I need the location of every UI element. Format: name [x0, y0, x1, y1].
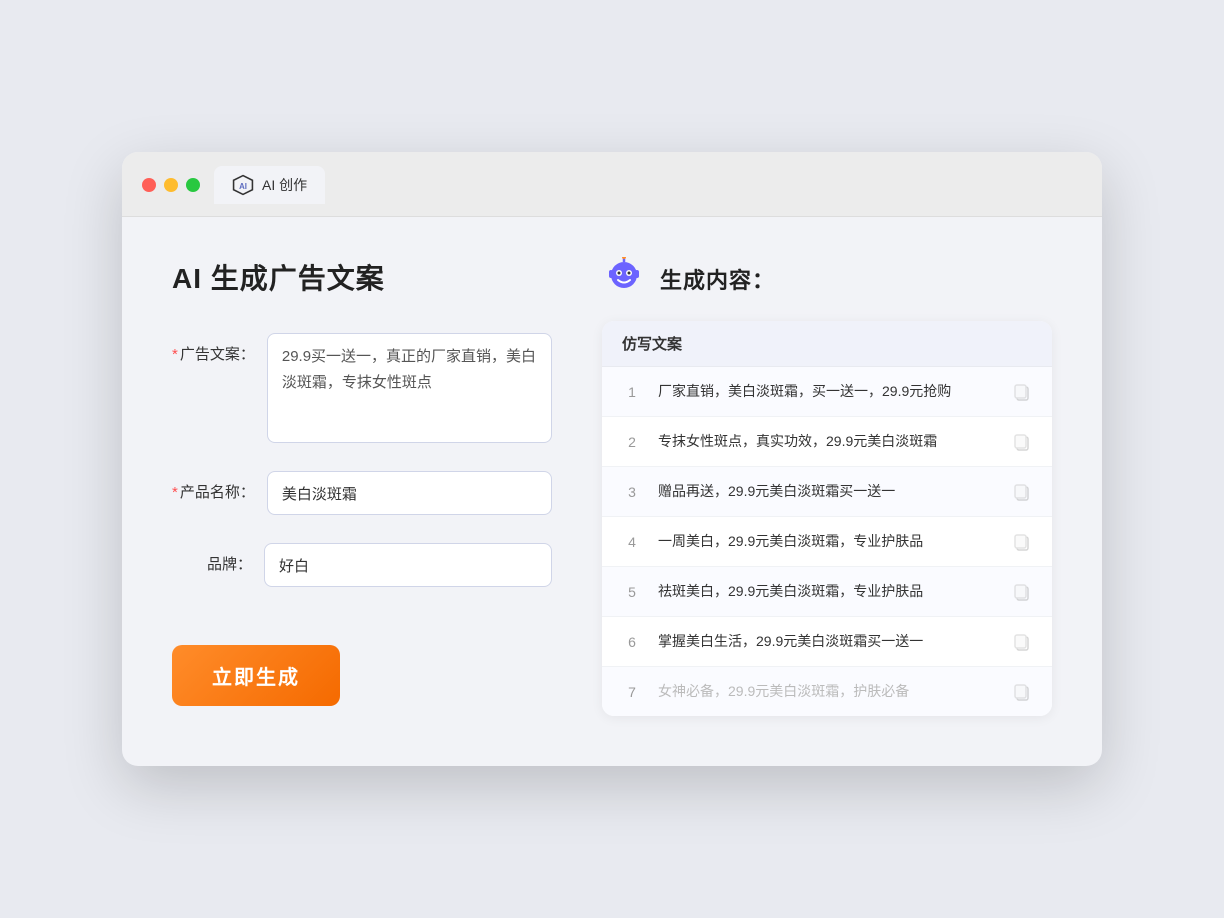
- tab-ai-create[interactable]: AI AI 创作: [214, 166, 325, 204]
- generate-button[interactable]: 立即生成: [172, 645, 340, 706]
- bot-icon: [602, 257, 646, 301]
- maximize-button[interactable]: [186, 178, 200, 192]
- result-header: 生成内容：: [602, 257, 1052, 301]
- ad-copy-textarea[interactable]: 29.9买一送一，真正的厂家直销，美白淡斑霜，专抹女性斑点: [267, 333, 552, 443]
- brand-label: 品牌：: [172, 543, 252, 574]
- row-text: 掌握美白生活，29.9元美白淡斑霜买一送一: [658, 631, 996, 652]
- tab-label: AI 创作: [262, 175, 307, 195]
- row-text: 祛斑美白，29.9元美白淡斑霜，专业护肤品: [658, 581, 996, 602]
- copy-icon[interactable]: [1012, 382, 1032, 402]
- ad-copy-label: *广告文案：: [172, 333, 255, 364]
- form-group-product-name: *产品名称：: [172, 471, 552, 515]
- required-star: *: [172, 346, 178, 363]
- row-text: 一周美白，29.9元美白淡斑霜，专业护肤品: [658, 531, 996, 552]
- copy-icon[interactable]: [1012, 632, 1032, 652]
- browser-window: AI AI 创作 AI 生成广告文案 *广告文案： 29.9买一送一，真正的厂家…: [122, 152, 1102, 766]
- form-group-brand: 品牌：: [172, 543, 552, 587]
- row-text: 专抹女性斑点，真实功效，29.9元美白淡斑霜: [658, 431, 996, 452]
- right-panel: 生成内容： 仿写文案 1 厂家直销，美白淡斑霜，买一送一，29.9元抢购 2 专…: [602, 257, 1052, 716]
- row-number: 4: [622, 534, 642, 550]
- row-text: 厂家直销，美白淡斑霜，买一送一，29.9元抢购: [658, 381, 996, 402]
- copy-icon[interactable]: [1012, 682, 1032, 702]
- form-group-ad-copy: *广告文案： 29.9买一送一，真正的厂家直销，美白淡斑霜，专抹女性斑点: [172, 333, 552, 443]
- table-row: 2 专抹女性斑点，真实功效，29.9元美白淡斑霜: [602, 417, 1052, 467]
- table-row: 7 女神必备，29.9元美白淡斑霜，护肤必备: [602, 667, 1052, 716]
- traffic-lights: [142, 178, 200, 192]
- row-text: 女神必备，29.9元美白淡斑霜，护肤必备: [658, 681, 996, 702]
- table-row: 5 祛斑美白，29.9元美白淡斑霜，专业护肤品: [602, 567, 1052, 617]
- minimize-button[interactable]: [164, 178, 178, 192]
- required-star-2: *: [172, 484, 178, 501]
- copy-icon[interactable]: [1012, 482, 1032, 502]
- row-number: 5: [622, 584, 642, 600]
- ai-tab-icon: AI: [232, 174, 254, 196]
- table-row: 6 掌握美白生活，29.9元美白淡斑霜买一送一: [602, 617, 1052, 667]
- row-number: 7: [622, 684, 642, 700]
- tab-bar: AI AI 创作: [214, 166, 325, 204]
- table-row: 3 赠品再送，29.9元美白淡斑霜买一送一: [602, 467, 1052, 517]
- row-number: 6: [622, 634, 642, 650]
- product-name-label: *产品名称：: [172, 471, 255, 502]
- copy-icon[interactable]: [1012, 582, 1032, 602]
- table-row: 1 厂家直销，美白淡斑霜，买一送一，29.9元抢购: [602, 367, 1052, 417]
- result-table: 仿写文案 1 厂家直销，美白淡斑霜，买一送一，29.9元抢购 2 专抹女性斑点，…: [602, 321, 1052, 716]
- row-number: 3: [622, 484, 642, 500]
- result-title: 生成内容：: [660, 263, 775, 295]
- brand-input[interactable]: [264, 543, 552, 587]
- svg-text:AI: AI: [239, 182, 247, 191]
- titlebar: AI AI 创作: [122, 152, 1102, 217]
- row-number: 2: [622, 434, 642, 450]
- copy-icon[interactable]: [1012, 532, 1032, 552]
- page-title: AI 生成广告文案: [172, 257, 552, 297]
- product-name-input[interactable]: [267, 471, 552, 515]
- table-header: 仿写文案: [602, 321, 1052, 367]
- main-content: AI 生成广告文案 *广告文案： 29.9买一送一，真正的厂家直销，美白淡斑霜，…: [122, 217, 1102, 766]
- copy-icon[interactable]: [1012, 432, 1032, 452]
- close-button[interactable]: [142, 178, 156, 192]
- left-panel: AI 生成广告文案 *广告文案： 29.9买一送一，真正的厂家直销，美白淡斑霜，…: [172, 257, 552, 706]
- row-text: 赠品再送，29.9元美白淡斑霜买一送一: [658, 481, 996, 502]
- table-row: 4 一周美白，29.9元美白淡斑霜，专业护肤品: [602, 517, 1052, 567]
- row-number: 1: [622, 384, 642, 400]
